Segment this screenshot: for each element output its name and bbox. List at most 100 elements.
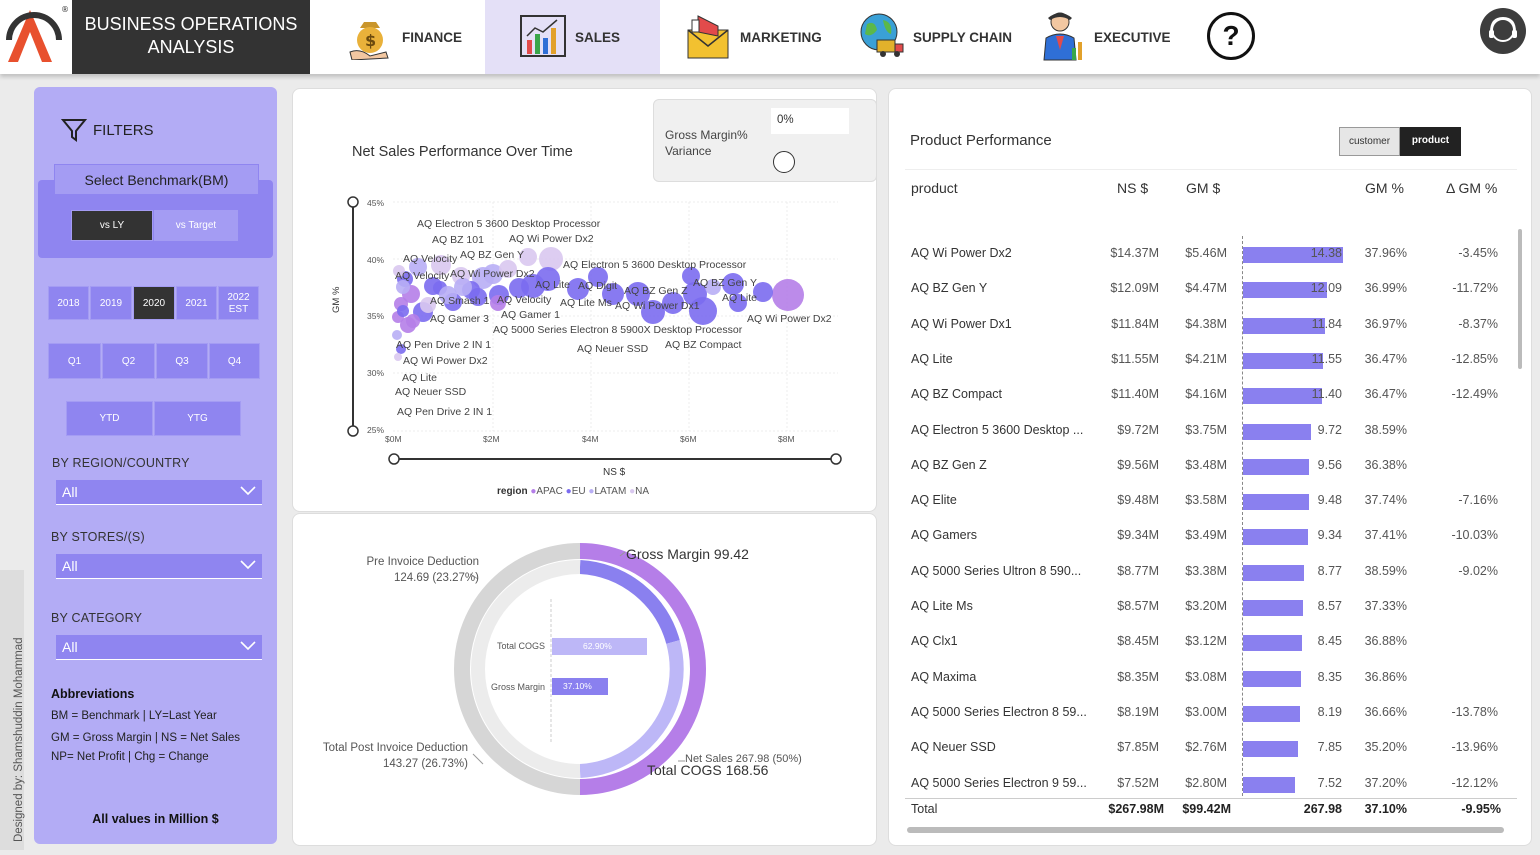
nav-executive[interactable]: EXECUTIVE bbox=[1038, 0, 1188, 74]
nav-sales[interactable]: SALES bbox=[485, 0, 660, 74]
benchmark-vs-ly[interactable]: vs LY bbox=[71, 210, 153, 241]
x-tick: $6M bbox=[680, 434, 697, 444]
post-invoice-name: Total Post Invoice Deduction bbox=[322, 742, 468, 754]
help-button[interactable]: ? bbox=[1207, 12, 1255, 60]
cell-ns: $8.19M bbox=[1117, 704, 1159, 719]
cell-gm: $4.38M bbox=[1185, 316, 1227, 331]
cell-gm-pct: 37.33% bbox=[1364, 599, 1407, 613]
bubble-label: AQ Electron 5 3600 Desktop Processor bbox=[417, 218, 601, 230]
abbreviation-line: BM = Benchmark | LY=Last Year bbox=[51, 710, 217, 722]
column-header-gm[interactable]: GM $ bbox=[1186, 180, 1220, 196]
table-row[interactable]: AQ Lite $11.55M $4.21M 11.55 36.47% -12.… bbox=[889, 352, 1509, 372]
year-2021[interactable]: 2021 bbox=[176, 286, 217, 320]
table-row[interactable]: AQ Electron 5 3600 Desktop ... $9.72M $3… bbox=[889, 423, 1509, 443]
stores-dropdown[interactable]: All bbox=[56, 554, 262, 579]
bubble-label: AQ Neuer SSD bbox=[577, 343, 649, 355]
nav-supply-chain[interactable]: SUPPLY CHAIN bbox=[857, 0, 1017, 74]
ytd-button[interactable]: YTD bbox=[66, 401, 153, 436]
nav-marketing-label: MARKETING bbox=[740, 29, 822, 45]
table-row[interactable]: AQ Clx1 $8.45M $3.12M 8.45 36.88% bbox=[889, 634, 1509, 654]
cell-product: AQ BZ Gen Y bbox=[911, 281, 988, 296]
y-axis-label: GM % bbox=[331, 286, 342, 313]
cell-delta-gm: -12.12% bbox=[1451, 775, 1498, 790]
column-header-delta-gm[interactable]: Δ GM % bbox=[1446, 180, 1497, 196]
horizontal-scrollbar[interactable] bbox=[907, 827, 1504, 833]
table-row[interactable]: AQ Maxima $8.35M $3.08M 8.35 36.86% bbox=[889, 670, 1509, 690]
toggle-customer[interactable]: customer bbox=[1339, 127, 1400, 156]
benchmark-vs-target[interactable]: vs Target bbox=[154, 210, 238, 241]
money-bag-icon: $ bbox=[346, 12, 394, 63]
bubble-label: AQ Velocity bbox=[403, 253, 458, 265]
cell-gm: $2.76M bbox=[1185, 740, 1227, 755]
year-2018[interactable]: 2018 bbox=[48, 286, 89, 320]
svg-text:$: $ bbox=[365, 31, 376, 50]
cell-gm: $4.16M bbox=[1185, 387, 1227, 402]
y-tick: 30% bbox=[367, 368, 385, 378]
y-tick: 35% bbox=[367, 311, 385, 321]
year-2022-est[interactable]: 2022 EST bbox=[218, 286, 259, 320]
table-row[interactable]: AQ Wi Power Dx2 $14.37M $5.46M 14.38 37.… bbox=[889, 246, 1509, 266]
nav-sales-label: SALES bbox=[575, 29, 621, 45]
bubble-label: AQ 5000 Series Electron 8 5900X Desktop … bbox=[493, 324, 743, 336]
table-row[interactable]: AQ Lite Ms $8.57M $3.20M 8.57 37.33% bbox=[889, 599, 1509, 619]
table-row[interactable]: AQ 5000 Series Electron 8 59... $8.19M $… bbox=[889, 705, 1509, 725]
cell-gm-pct: 36.88% bbox=[1364, 634, 1407, 649]
table-row[interactable]: AQ 5000 Series Ultron 8 590... $8.77M $3… bbox=[889, 564, 1509, 584]
table-row[interactable]: AQ 5000 Series Electron 9 59... $7.52M $… bbox=[889, 776, 1509, 796]
year-2020[interactable]: 2020 bbox=[133, 286, 175, 320]
column-header-product[interactable]: product bbox=[911, 180, 958, 196]
inner-bar-label: Total COGS bbox=[496, 641, 545, 651]
legend-title: region bbox=[497, 486, 528, 497]
table-row[interactable]: AQ Gamers $9.34M $3.49M 9.34 37.41% -10.… bbox=[889, 528, 1509, 548]
cell-ns-bar-value: 11.55 bbox=[1311, 351, 1342, 366]
cell-product: AQ Wi Power Dx1 bbox=[911, 316, 1012, 331]
bubble-label: AQ BZ Gen Y bbox=[460, 249, 524, 261]
total-delta-gm: -9.95% bbox=[1461, 802, 1501, 816]
support-button[interactable] bbox=[1480, 8, 1526, 54]
title-line-2: ANALYSIS bbox=[147, 37, 235, 57]
chevron-down-icon bbox=[240, 639, 256, 655]
cell-gm: $3.75M bbox=[1185, 422, 1227, 437]
nav-marketing[interactable]: MARKETING bbox=[684, 0, 834, 74]
quarter-q3[interactable]: Q3 bbox=[156, 343, 208, 379]
bar-chart-icon bbox=[519, 14, 567, 61]
vertical-scrollbar[interactable] bbox=[1518, 229, 1522, 369]
column-header-ns[interactable]: NS $ bbox=[1117, 180, 1148, 196]
table-row[interactable]: AQ Elite $9.48M $3.58M 9.48 37.74% -7.16… bbox=[889, 493, 1509, 513]
table-row[interactable]: AQ BZ Gen Z $9.56M $3.48M 9.56 36.38% bbox=[889, 458, 1509, 478]
bubble-label: AQ Gamer 1 bbox=[501, 309, 560, 321]
pnl-donut-panel: Gross Margin 99.42 Total COGS 168.56 Net… bbox=[292, 513, 877, 846]
post-invoice-value: 143.27 (26.73%) bbox=[382, 758, 468, 770]
quarter-q2[interactable]: Q2 bbox=[102, 343, 155, 379]
bubble-label: AQ Wi Power Dx2 bbox=[450, 268, 535, 280]
quarter-q4[interactable]: Q4 bbox=[209, 343, 260, 379]
scatter-bubble bbox=[772, 279, 804, 311]
cell-gm-pct: 35.20% bbox=[1364, 740, 1407, 755]
table-row[interactable]: AQ BZ Gen Y $12.09M $4.47M 12.09 36.99% … bbox=[889, 281, 1509, 301]
table-row[interactable]: AQ Neuer SSD $7.85M $2.76M 7.85 35.20% -… bbox=[889, 740, 1509, 760]
cell-product: AQ 5000 Series Ultron 8 590... bbox=[911, 563, 1082, 578]
table-row[interactable]: AQ Wi Power Dx1 $11.84M $4.38M 11.84 36.… bbox=[889, 317, 1509, 337]
bubble-label: AQ Wi Power Dx1 bbox=[615, 300, 700, 312]
total-ns: $267.98M bbox=[1108, 802, 1164, 816]
bubble-label: AQ BZ 101 bbox=[432, 234, 484, 246]
quarter-q1[interactable]: Q1 bbox=[48, 343, 101, 379]
product-performance-title: Product Performance bbox=[910, 132, 1052, 149]
cell-gm-pct: 36.66% bbox=[1364, 704, 1407, 719]
cell-gm-pct: 38.59% bbox=[1364, 422, 1407, 437]
year-2019[interactable]: 2019 bbox=[90, 286, 132, 320]
cell-product: AQ Gamers bbox=[911, 528, 977, 543]
toggle-product[interactable]: product bbox=[1400, 127, 1461, 156]
nav-finance[interactable]: $ FINANCE bbox=[342, 0, 482, 74]
table-total-row: Total $267.98M $99.42M 267.98 37.10% -9.… bbox=[889, 802, 1509, 822]
svg-text:®: ® bbox=[61, 5, 69, 14]
column-header-gm-pct[interactable]: GM % bbox=[1365, 180, 1404, 196]
category-dropdown[interactable]: All bbox=[56, 635, 262, 660]
stores-value: All bbox=[62, 558, 78, 574]
table-row[interactable]: AQ BZ Compact $11.40M $4.16M 11.40 36.47… bbox=[889, 387, 1509, 407]
region-dropdown[interactable]: All bbox=[56, 480, 262, 505]
ytg-button[interactable]: YTG bbox=[154, 401, 241, 436]
cell-gm: $3.08M bbox=[1185, 669, 1227, 684]
cell-ns-bar-value: 8.19 bbox=[1317, 704, 1342, 719]
bubble-label: AQ BZ Gen Y bbox=[693, 277, 757, 289]
